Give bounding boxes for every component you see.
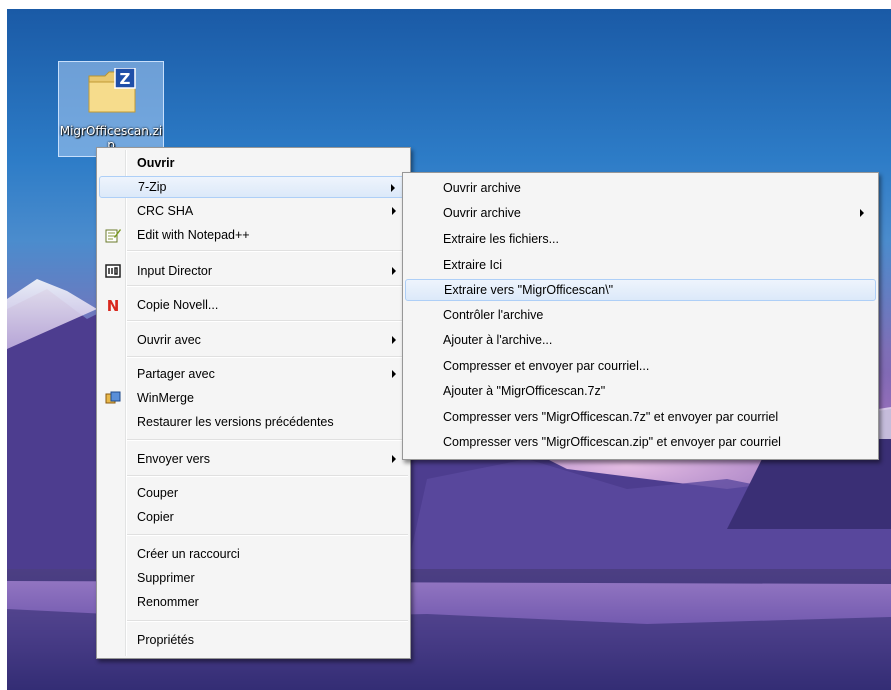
menu-item-label: CRC SHA bbox=[137, 204, 194, 218]
zip-folder-icon: Z bbox=[88, 68, 136, 113]
submenu-item-extract-to[interactable]: Extraire vers "MigrOfficescan\" bbox=[405, 279, 876, 301]
svg-text:Z: Z bbox=[120, 70, 131, 88]
menu-item-cut[interactable]: Couper bbox=[99, 482, 408, 504]
menu-item-delete[interactable]: Supprimer bbox=[99, 567, 408, 589]
menu-item-label: Ouvrir bbox=[137, 156, 175, 170]
submenu-item-compress-7z-email[interactable]: Compresser vers "MigrOfficescan.7z" et e… bbox=[405, 406, 876, 428]
menu-item-label: Compresser vers "MigrOfficescan.zip" et … bbox=[443, 435, 781, 449]
menu-item-label: Extraire Ici bbox=[443, 258, 503, 272]
submenu-item-compress-email[interactable]: Compresser et envoyer par courriel... bbox=[405, 355, 876, 377]
menu-separator bbox=[127, 250, 408, 252]
menu-item-open-with[interactable]: Ouvrir avec bbox=[99, 329, 408, 351]
menu-item-label: Compresser vers "MigrOfficescan.7z" et e… bbox=[443, 410, 779, 424]
menu-item-label: Edit with Notepad++ bbox=[137, 228, 250, 242]
menu-item-label: Extraire vers "MigrOfficescan\" bbox=[444, 283, 614, 297]
submenu-arrow-icon bbox=[391, 184, 395, 192]
menu-item-label: Partager avec bbox=[137, 367, 215, 381]
desktop-file-icon[interactable]: Z MigrOfficescan.zip bbox=[58, 61, 164, 157]
menu-separator bbox=[127, 320, 408, 322]
menu-item-copy[interactable]: Copier bbox=[99, 506, 408, 528]
menu-item-label: Supprimer bbox=[137, 571, 195, 585]
menu-item-7zip[interactable]: 7-Zip bbox=[99, 176, 408, 198]
menu-item-label: Compresser et envoyer par courriel... bbox=[443, 359, 650, 373]
menu-item-create-shortcut[interactable]: Créer un raccourci bbox=[99, 543, 408, 565]
menu-separator bbox=[127, 439, 408, 441]
menu-item-label: Ouvrir archive bbox=[443, 181, 521, 195]
menu-item-restore-versions[interactable]: Restaurer les versions précédentes bbox=[99, 411, 408, 433]
input-director-icon bbox=[105, 264, 121, 278]
menu-item-label: Envoyer vers bbox=[137, 452, 210, 466]
submenu-item-extract-files[interactable]: Extraire les fichiers... bbox=[405, 228, 876, 250]
menu-item-label: 7-Zip bbox=[138, 180, 167, 194]
menu-item-rename[interactable]: Renommer bbox=[99, 591, 408, 613]
submenu-item-test-archive[interactable]: Contrôler l'archive bbox=[405, 304, 876, 326]
submenu-item-add-to-7z[interactable]: Ajouter à "MigrOfficescan.7z" bbox=[405, 380, 876, 402]
menu-item-share-with[interactable]: Partager avec bbox=[99, 363, 408, 385]
submenu-arrow-icon bbox=[392, 267, 396, 275]
submenu-arrow-icon bbox=[392, 455, 396, 463]
context-menu: Ouvrir 7-Zip CRC SHA Edit with Notepad++… bbox=[96, 147, 411, 659]
menu-item-input-director[interactable]: Input Director bbox=[99, 260, 408, 282]
menu-item-label: Renommer bbox=[137, 595, 199, 609]
menu-item-copie-novell[interactable]: N Copie Novell... bbox=[99, 294, 408, 316]
submenu-item-open-archive-more[interactable]: Ouvrir archive bbox=[405, 202, 876, 224]
menu-item-label: Ouvrir archive bbox=[443, 206, 521, 220]
submenu-arrow-icon bbox=[392, 336, 396, 344]
menu-item-label: Extraire les fichiers... bbox=[443, 232, 560, 246]
menu-item-label: Ouvrir avec bbox=[137, 333, 201, 347]
menu-item-properties[interactable]: Propriétés bbox=[99, 629, 408, 651]
menu-item-label: WinMerge bbox=[137, 391, 194, 405]
menu-item-crc-sha[interactable]: CRC SHA bbox=[99, 200, 408, 222]
submenu-item-compress-zip-email[interactable]: Compresser vers "MigrOfficescan.zip" et … bbox=[405, 431, 876, 453]
submenu-item-open-archive[interactable]: Ouvrir archive bbox=[405, 177, 876, 199]
svg-text:N: N bbox=[107, 297, 120, 313]
novell-icon: N bbox=[107, 297, 120, 313]
menu-separator bbox=[127, 620, 408, 622]
menu-item-label: Propriétés bbox=[137, 633, 194, 647]
menu-item-send-to[interactable]: Envoyer vers bbox=[99, 448, 408, 470]
menu-item-label: Copie Novell... bbox=[137, 298, 219, 312]
menu-item-label: Créer un raccourci bbox=[137, 547, 240, 561]
menu-item-label: Couper bbox=[137, 486, 178, 500]
menu-item-label: Restaurer les versions précédentes bbox=[137, 415, 334, 429]
submenu-arrow-icon bbox=[392, 207, 396, 215]
menu-item-label: Input Director bbox=[137, 264, 213, 278]
menu-item-open[interactable]: Ouvrir bbox=[99, 152, 408, 174]
winmerge-icon bbox=[105, 391, 121, 404]
submenu-item-extract-here[interactable]: Extraire Ici bbox=[405, 254, 876, 276]
menu-separator bbox=[127, 356, 408, 358]
menu-item-edit-notepadpp[interactable]: Edit with Notepad++ bbox=[99, 224, 408, 246]
submenu-7zip: Ouvrir archive Ouvrir archive Extraire l… bbox=[402, 172, 879, 460]
menu-separator bbox=[127, 534, 408, 536]
menu-item-winmerge[interactable]: WinMerge bbox=[99, 387, 408, 409]
menu-item-label: Ajouter à "MigrOfficescan.7z" bbox=[443, 384, 606, 398]
menu-item-label: Ajouter à l'archive... bbox=[443, 333, 553, 347]
submenu-item-add-to-archive[interactable]: Ajouter à l'archive... bbox=[405, 329, 876, 351]
menu-separator bbox=[127, 285, 408, 287]
submenu-arrow-icon bbox=[860, 209, 864, 217]
submenu-arrow-icon bbox=[392, 370, 396, 378]
menu-separator bbox=[127, 475, 408, 477]
menu-item-label: Copier bbox=[137, 510, 174, 524]
menu-item-label: Contrôler l'archive bbox=[443, 308, 544, 322]
notepadpp-icon bbox=[105, 229, 121, 243]
